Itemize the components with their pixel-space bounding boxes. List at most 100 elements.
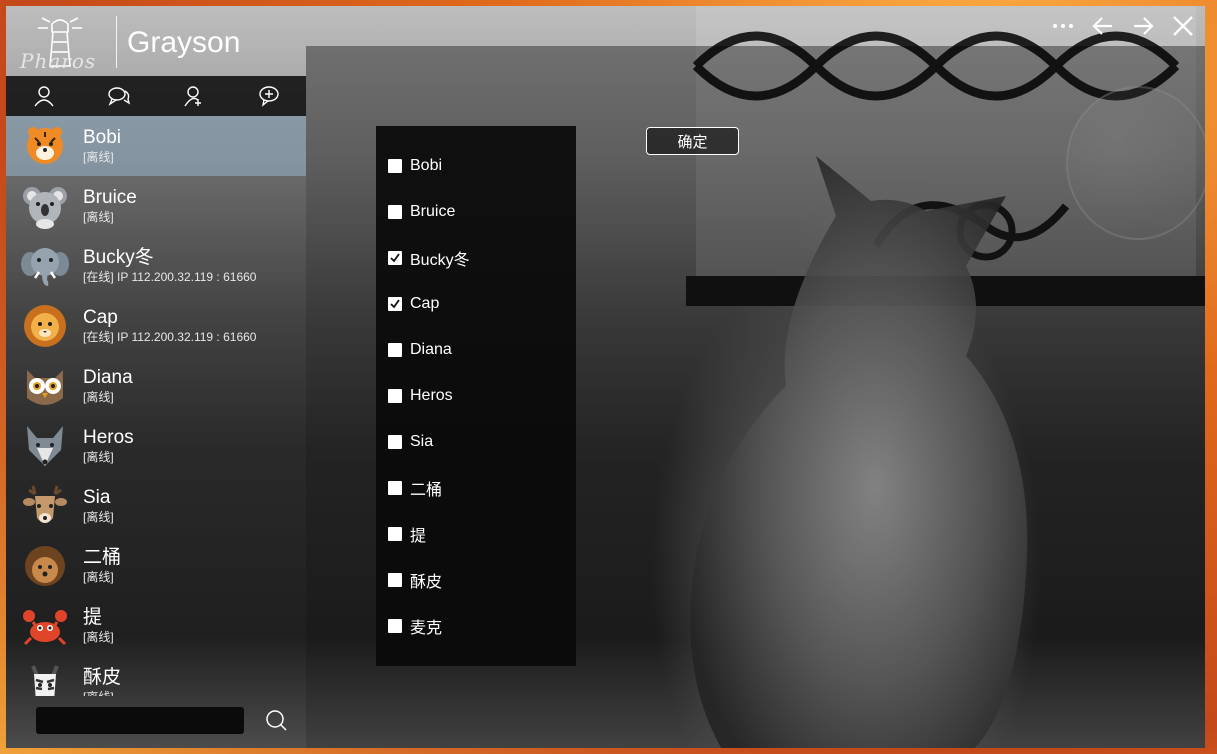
contact-item[interactable]: Bruice [离线] (6, 176, 306, 236)
contact-name: Bobi (83, 127, 122, 148)
logo-text: Pharos (20, 49, 97, 73)
member-checkbox-item[interactable]: Cap (388, 292, 439, 316)
contact-item[interactable]: Diana [离线] (6, 356, 306, 416)
member-checkbox-item[interactable]: 酥皮 (388, 568, 442, 592)
wolf-avatar-icon (27, 426, 63, 466)
contact-info: Diana [离线] (83, 367, 133, 405)
deer-avatar-icon (23, 485, 67, 523)
contact-status: [离线] (83, 630, 114, 644)
user-icon (33, 86, 54, 107)
tab-profile[interactable] (6, 76, 81, 116)
checkbox-label: Heros (410, 387, 453, 404)
contact-item[interactable]: Sia [离线] (6, 476, 306, 536)
checkbox[interactable] (388, 481, 402, 495)
crab-avatar-icon (23, 610, 67, 646)
title-divider (116, 16, 117, 68)
contact-status: [离线] (83, 390, 114, 404)
contact-item[interactable]: 二桶 [离线] (6, 536, 306, 596)
checkbox-label: Bucky冬 (410, 252, 470, 269)
chat-icon (107, 87, 130, 106)
contact-status: [离线] (83, 689, 121, 696)
contact-info: Bucky冬 [在线] IP 112.200.32.119 : 61660 (83, 247, 256, 285)
search-icon[interactable] (264, 708, 288, 732)
window-controls (1051, 14, 1195, 38)
more-button[interactable] (1051, 14, 1075, 38)
owl-avatar-icon (27, 370, 63, 405)
member-checkbox-item[interactable]: Bucky冬 (388, 246, 470, 270)
contact-info: 酥皮[离线] (83, 667, 121, 696)
contact-status: [离线] (83, 210, 114, 224)
checkbox[interactable] (388, 527, 402, 541)
group-chat-icon (258, 86, 279, 107)
search-row (6, 696, 306, 748)
checkbox-label: 提 (410, 528, 427, 545)
member-checkbox-item[interactable]: Diana (388, 338, 452, 362)
member-checkbox-item[interactable]: Sia (388, 430, 433, 454)
contact-name: Bruice (83, 187, 137, 208)
contact-name: Heros (83, 427, 134, 448)
koala-avatar-icon (23, 187, 67, 229)
tab-contacts[interactable] (156, 76, 231, 116)
contacts-icon (183, 86, 201, 107)
back-button[interactable] (1091, 14, 1115, 38)
contact-item[interactable]: Bobi [离线] (6, 116, 306, 176)
contact-info: Sia [离线] (83, 487, 114, 525)
title-bar: Pharos Grayson (6, 6, 306, 76)
close-button[interactable] (1171, 14, 1195, 38)
checkbox[interactable] (388, 389, 402, 403)
sidebar-tabbar (6, 76, 306, 116)
lion-avatar-icon (24, 305, 66, 347)
checkbox-label: Diana (410, 341, 452, 358)
tab-groups[interactable] (231, 76, 306, 116)
member-select-panel: Bobi Bruice Bucky冬 Cap Diana Heros Sia 二桶提酥皮麦克 (376, 126, 576, 666)
elephant-avatar-icon (21, 248, 69, 286)
main-panel: Bobi Bruice Bucky冬 Cap Diana Heros Sia 二桶提酥皮 麦克 … (306, 46, 1205, 748)
confirm-button[interactable]: 确定 (646, 127, 739, 155)
contact-name: Cap (83, 307, 118, 328)
member-checkbox-item[interactable]: Heros (388, 384, 453, 408)
checkbox-label: Bobi (410, 157, 443, 174)
app-window: Pharos Grayson Bobi Bruice Bucky冬 Cap Di… (6, 6, 1205, 748)
contact-status: [离线] (83, 150, 114, 164)
search-input[interactable] (36, 707, 244, 734)
app-title: Grayson (127, 26, 241, 59)
contact-item[interactable]: Heros [离线] (6, 416, 306, 476)
checkbox[interactable] (388, 435, 402, 449)
arrow-left-icon (1092, 17, 1112, 35)
checkbox[interactable] (388, 205, 402, 219)
checkbox[interactable] (388, 159, 402, 173)
checkbox[interactable] (388, 297, 402, 311)
contact-item[interactable]: Cap [在线] IP 112.200.32.119 : 61660 (6, 296, 306, 356)
contact-status: [离线] (83, 570, 114, 584)
member-checkbox-item[interactable]: Bobi (388, 154, 442, 178)
tab-chats[interactable] (81, 76, 156, 116)
contact-status: [在线] IP 112.200.32.119 : 61660 (83, 270, 257, 284)
contact-status: [在线] IP 112.200.32.119 : 61660 (83, 330, 257, 344)
contact-item[interactable]: 提 [离线] (6, 596, 306, 656)
checkbox[interactable] (388, 573, 402, 587)
contact-status: [离线] (83, 450, 114, 464)
contact-name: 提 (83, 607, 103, 628)
more-icon (1053, 24, 1073, 28)
checkbox[interactable] (388, 251, 402, 265)
checkmark-icon (390, 253, 400, 263)
checkbox[interactable] (388, 619, 402, 633)
member-checkbox-item[interactable]: 提 (388, 522, 426, 546)
checkbox-label: Cap (410, 295, 440, 312)
contact-status: [离线] (83, 510, 114, 524)
checkmark-icon (390, 299, 400, 309)
checkbox-label: 麦克 (410, 620, 443, 637)
contact-item[interactable]: 酥皮[离线] (6, 656, 306, 696)
contact-info: Cap [在线] IP 112.200.32.119 : 61660 (83, 307, 256, 345)
contact-item[interactable]: Bucky冬 [在线] IP 112.200.32.119 : 61660 (6, 236, 306, 296)
member-checkbox-item[interactable]: 麦克 (388, 614, 442, 638)
checkbox-label: 酥皮 (410, 574, 443, 591)
hedgehog-avatar-icon (25, 546, 65, 586)
member-checkbox-item[interactable]: Bruice (388, 200, 455, 224)
contact-info: Bruice [离线] (83, 187, 137, 225)
close-icon (1173, 16, 1193, 36)
member-checkbox-item[interactable]: 二桶 (388, 476, 442, 500)
checkbox[interactable] (388, 343, 402, 357)
forward-button[interactable] (1131, 14, 1155, 38)
tiger-avatar-icon (27, 127, 63, 164)
